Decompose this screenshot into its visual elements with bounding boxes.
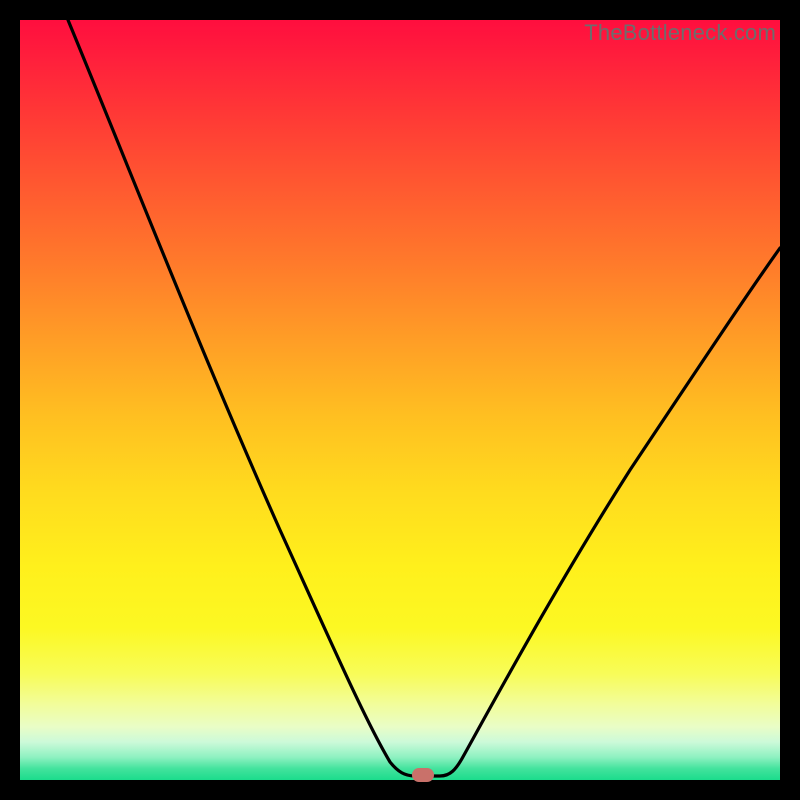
bottleneck-curve [68,20,780,776]
plot-area: TheBottleneck.com [20,20,780,780]
optimum-marker [412,768,434,782]
curve-layer [20,20,780,780]
